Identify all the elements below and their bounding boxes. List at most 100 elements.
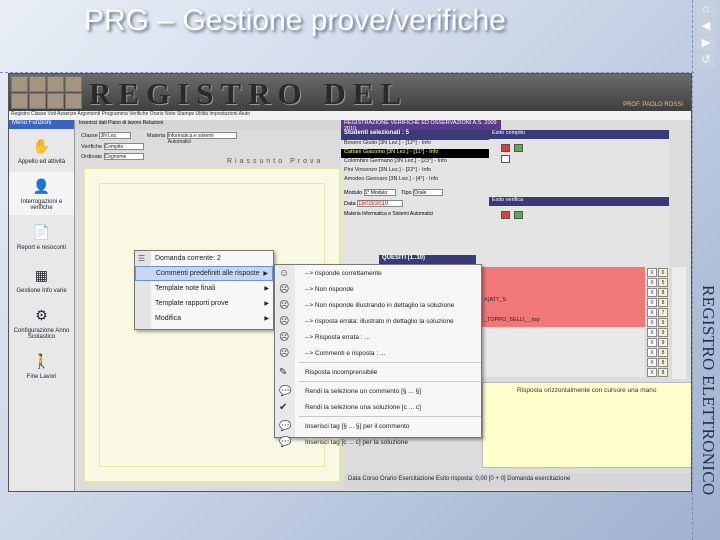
next-icon[interactable]: ▶ xyxy=(697,36,715,51)
quesito-score[interactable]: 9 xyxy=(658,317,668,327)
student-row[interactable]: Amodeo Gennaro [3N Lez.] - [4°] - Info xyxy=(341,176,489,185)
quesito-row[interactable]: X 8 xyxy=(482,367,668,377)
quesito-score[interactable]: 8 xyxy=(658,367,668,377)
submenu-item[interactable]: ☹ --> Commenti e risposta : ... xyxy=(275,345,481,361)
quesito-mark[interactable]: X xyxy=(647,307,657,317)
answer-area[interactable]: Risposta orizzontalmente con cursore una… xyxy=(482,382,691,468)
quesito-score[interactable]: 9 xyxy=(658,337,668,347)
submenu-item[interactable]: 💬 Rendi la selezione un commento [§ ... … xyxy=(275,383,481,399)
submenu-item[interactable]: ☹ --> risposta errata: illustrato in det… xyxy=(275,313,481,329)
submenu-item[interactable]: 💬 Inserisci tag [§ ... §] per il comment… xyxy=(275,418,481,434)
quesito-mark[interactable]: X xyxy=(647,367,657,377)
tipo-label: Tipo xyxy=(401,189,412,196)
verifica-select[interactable]: Compito xyxy=(103,143,144,150)
submenu-item[interactable]: ☹ --> Non risponde illustrando in dettag… xyxy=(275,297,481,313)
nav-item[interactable]: ⚙ Configurazione Anno Scolastico xyxy=(9,301,74,344)
quesito-mark[interactable]: X xyxy=(647,337,657,347)
quesito-mark[interactable]: X xyxy=(647,287,657,297)
quesito-row[interactable]: _TOPPO_SELLI_ _top X 9 xyxy=(482,317,668,327)
submenu-item[interactable]: ☺ --> risponde correttamente xyxy=(275,265,481,281)
submenu-item[interactable]: ☹ --> Risposta errata : ... xyxy=(275,329,481,345)
modulo-select[interactable]: 1° Modulo xyxy=(363,189,396,196)
quesito-score[interactable]: 8 xyxy=(658,297,668,307)
quesito-score[interactable]: 8 xyxy=(658,357,668,367)
quesito-text xyxy=(482,337,645,347)
quesito-row[interactable]: X 8 xyxy=(482,357,668,367)
quesito-row[interactable]: X 9 xyxy=(482,337,668,347)
quesito-row[interactable]: X(ATT_S X 8 xyxy=(482,297,668,307)
quesito-mark[interactable]: X xyxy=(647,357,657,367)
nav-item-label: Appello ed attività xyxy=(17,158,66,165)
verifica-row: Verifiche Compito xyxy=(81,143,144,150)
frown-icon: ☹ xyxy=(279,331,290,343)
quesito-row[interactable]: X 9 xyxy=(482,327,668,337)
top-menu[interactable]: Registro Classe Voti Assenze Argomenti P… xyxy=(9,111,691,120)
quesito-row[interactable]: : X 7 xyxy=(482,307,668,317)
return-icon[interactable]: ↺ xyxy=(697,53,715,68)
materia-select[interactable]: Informatica e sistemi Automatici xyxy=(166,132,237,145)
exit-icon: 🚶 xyxy=(32,353,51,369)
quesito-score[interactable]: 7 xyxy=(658,307,668,317)
photo xyxy=(65,76,82,92)
quesito-score[interactable]: 6 xyxy=(658,267,668,277)
context-menu-header: ☰ Domanda corrente: 2 xyxy=(135,251,273,266)
quesito-score[interactable]: 8 xyxy=(658,347,668,357)
student-row[interactable]: Pini Vincenzo [3N Lez.] - [22°] - Info xyxy=(341,167,489,176)
bottom-status-bar: Data Corso Orario Esercitazione Esito ri… xyxy=(344,473,691,489)
quesito-mark[interactable]: X xyxy=(647,317,657,327)
context-menu-item[interactable]: Modifica ▶ xyxy=(135,311,273,326)
grid-scrollbar[interactable] xyxy=(672,267,686,379)
classe-select[interactable]: 3N Lez. xyxy=(99,132,132,139)
nav-item[interactable]: ✋ Appello ed attività xyxy=(9,129,74,172)
student-row[interactable]: Bovero Giulio [3N Lez.] - [12°] - Info xyxy=(341,140,489,149)
outcome-header: Esito compito xyxy=(489,130,669,139)
materia2-label: Materia xyxy=(344,211,361,217)
submenu-item-label: Rendi la selezione un commento [§ ... §] xyxy=(305,387,421,395)
submenu-item[interactable]: ✎ Risposta incomprensibile xyxy=(275,364,481,380)
nav-item[interactable]: 🚶 Fine Lavori xyxy=(9,344,74,387)
quesito-row[interactable]: X 8 xyxy=(482,347,668,357)
quesito-mark[interactable]: X xyxy=(647,327,657,337)
context-menu-item[interactable]: Commenti predefiniti alle risposte ▶ xyxy=(135,266,273,281)
nav-item[interactable]: ▦ Gestione Info varie xyxy=(9,258,74,301)
quesito-score[interactable]: 8 xyxy=(658,287,668,297)
quesito-score[interactable]: 5 xyxy=(658,277,668,287)
context-menu-item[interactable]: Template rapporti prove ▶ xyxy=(135,296,273,311)
submenu-item[interactable]: ✔ Rendi la selezione una soluzione [c ..… xyxy=(275,399,481,415)
home-icon[interactable]: ⌂ xyxy=(697,2,715,17)
context-menu-item-label: Template rapporti prove xyxy=(155,300,229,307)
verify-red-box[interactable] xyxy=(501,210,510,219)
ordinate-label: Ordinate xyxy=(81,153,103,160)
outcome-empty-box[interactable] xyxy=(501,154,510,163)
quesito-mark[interactable]: X xyxy=(647,347,657,357)
quesito-mark[interactable]: X xyxy=(647,277,657,287)
quesito-score[interactable]: 9 xyxy=(658,327,668,337)
nav-item[interactable]: 👤 Interrogazioni e verifiche xyxy=(9,172,74,215)
classe-value: 3N Lez. xyxy=(100,133,118,139)
quesito-mark[interactable]: X xyxy=(647,267,657,277)
submenu-arrow-icon: ▶ xyxy=(264,316,269,322)
verify-green-box[interactable] xyxy=(514,210,524,219)
outcome-green-box[interactable] xyxy=(514,143,524,152)
bottom-status-text: Data Corso Orario Esercitazione Esito ri… xyxy=(348,476,571,482)
tipo-select[interactable]: Orale xyxy=(413,189,444,196)
solution-icon: ✔ xyxy=(279,401,288,413)
nav-item[interactable]: 📄 Report e resoconti xyxy=(9,215,74,258)
outcome-red-box[interactable] xyxy=(501,143,510,152)
submenu-item[interactable]: ☹ --> Non risponde xyxy=(275,281,481,297)
edit-icon: ✎ xyxy=(279,366,288,378)
quesito-row[interactable]: X 6 xyxy=(482,267,668,277)
ordinate-select[interactable]: Cognome xyxy=(103,153,144,160)
context-menu-item[interactable]: Template note finali ▶ xyxy=(135,281,273,296)
student-row[interactable]: Cattani Giacomo [3N Lez.] - [11°] - Info xyxy=(341,149,489,158)
toolbar[interactable]: Inserisci dati Piano di lavoro Relazioni xyxy=(75,120,345,130)
previous-icon[interactable]: ◀ xyxy=(697,19,715,34)
date-input[interactable]: 15/03/2010 xyxy=(357,200,404,207)
materia-value: Informatica e sistemi Automatici xyxy=(167,133,214,145)
student-row[interactable]: Colombini Germano [3N Lez.] - [23°] - In… xyxy=(341,158,489,167)
quesito-text xyxy=(482,347,645,357)
quesito-row[interactable]: X 5 xyxy=(482,277,668,287)
quesito-mark[interactable]: X xyxy=(647,297,657,307)
submenu-item[interactable]: 💬 Inserisci tag [c ... c] per la soluzio… xyxy=(275,434,481,450)
quesito-row[interactable]: X 8 xyxy=(482,287,668,297)
